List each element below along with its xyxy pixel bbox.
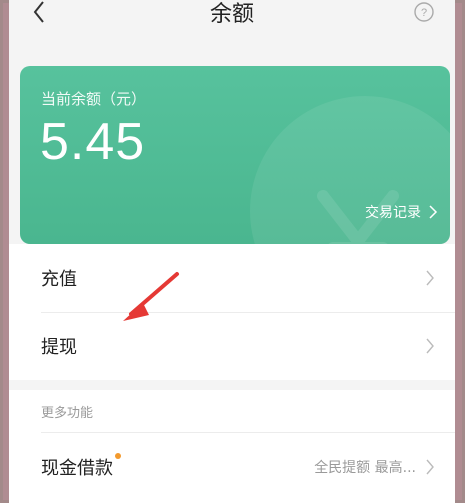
recharge-label: 充值 (41, 269, 77, 290)
more-features-title: 更多功能 (41, 406, 94, 421)
transaction-records-link[interactable]: 交易记录 (365, 202, 438, 222)
chevron-right-icon (426, 459, 434, 475)
chevron-right-icon (426, 338, 434, 354)
more-features-section: 更多功能 现金借款 全民提额 最高... (9, 390, 455, 503)
chevron-right-icon (426, 270, 434, 286)
balance-card: 当前余额（元） 5.45 交易记录 (20, 66, 450, 244)
cash-loan-subtitle: 全民提额 最高... (314, 460, 416, 476)
recharge-row[interactable]: 充值 (9, 244, 455, 312)
balance-label: 当前余额（元） (41, 90, 147, 108)
cash-loan-label: 现金借款 (41, 453, 121, 480)
chevron-right-icon (429, 205, 438, 219)
app-screen: 余额 ? 当前余额（元） 5.45 交易记录 充值 提现 更多功能 现金借款 全… (9, 0, 455, 503)
cash-loan-right: 全民提额 最高... (314, 457, 435, 477)
question-circle-icon[interactable]: ? (413, 1, 435, 23)
svg-text:?: ? (421, 7, 427, 19)
balance-amount: 5.45 (40, 113, 146, 171)
section-gap (9, 380, 455, 390)
cash-loan-row[interactable]: 现金借款 全民提额 最高... (9, 433, 455, 501)
notification-dot (115, 453, 121, 459)
withdraw-label: 提现 (41, 337, 77, 358)
withdraw-row[interactable]: 提现 (9, 312, 455, 380)
page-title: 余额 (209, 2, 254, 27)
header: 余额 ? (9, 0, 455, 44)
action-list: 充值 提现 (9, 244, 455, 380)
cash-loan-text: 现金借款 (41, 458, 113, 479)
transaction-records-label: 交易记录 (365, 205, 421, 221)
